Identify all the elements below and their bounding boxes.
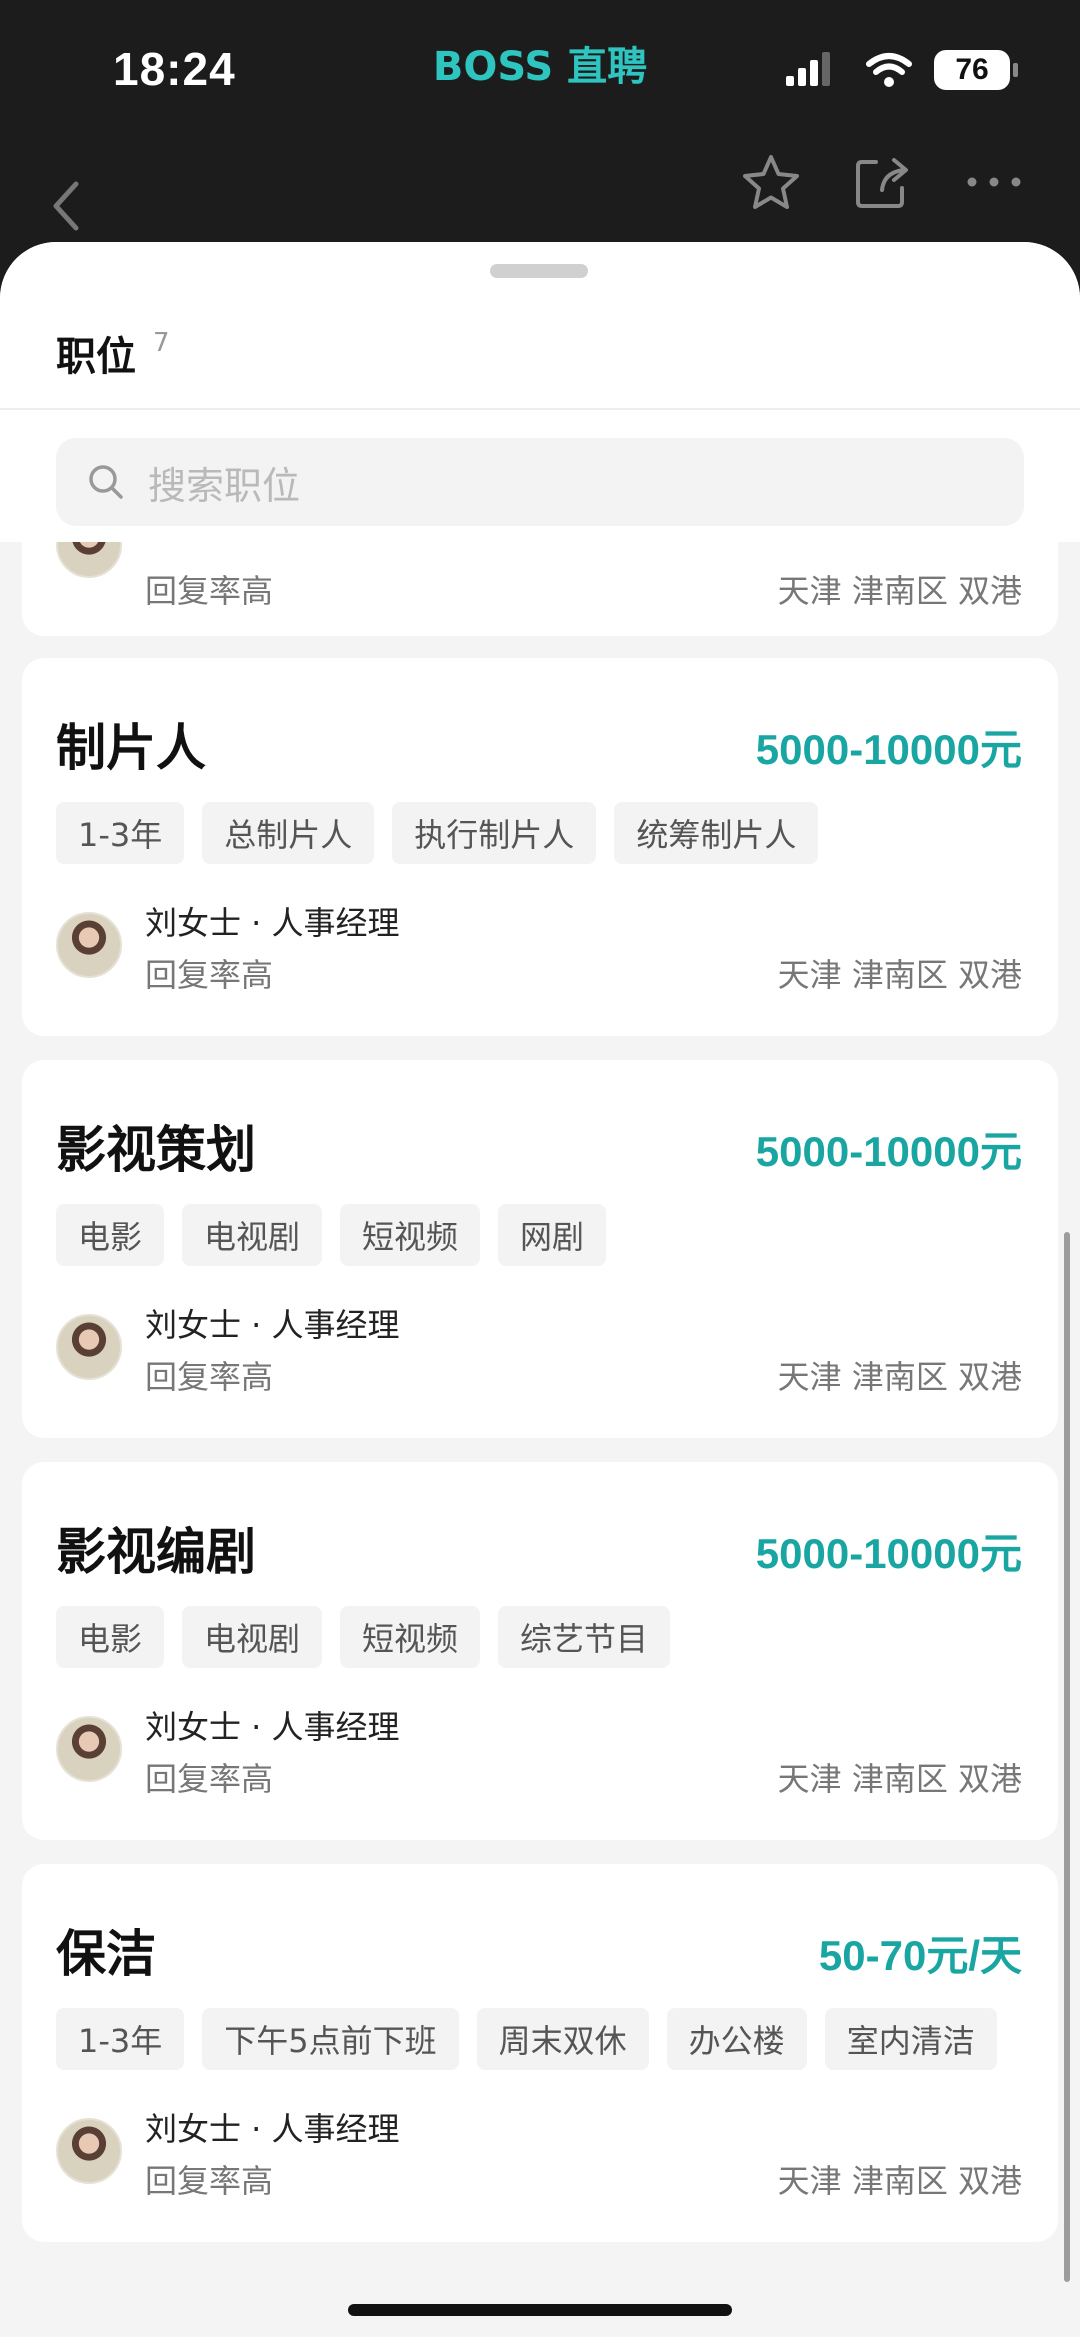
top-nav — [0, 140, 1080, 250]
header-divider — [0, 408, 1080, 410]
job-card[interactable]: 制片人 5000-10000元 1-3年 总制片人 执行制片人 统筹制片人 刘女… — [22, 658, 1058, 1036]
job-location: 天津 津南区 双港 — [777, 2162, 1022, 2200]
job-card[interactable]: 保洁 50-70元/天 1-3年 下午5点前下班 周末双休 办公楼 室内清洁 刘… — [22, 1864, 1058, 2242]
reply-rate: 回复率高 — [145, 1760, 274, 1798]
reply-rate: 回复率高 — [145, 572, 274, 610]
job-tag: 网剧 — [498, 1204, 607, 1266]
job-location: 天津 津南区 双港 — [777, 1760, 1022, 1798]
job-tag: 短视频 — [340, 1606, 481, 1668]
job-title: 影视策划 — [56, 1121, 256, 1179]
recruiter-name: 刘女士 · 人事经理 — [145, 1708, 400, 1746]
job-tag: 电影 — [56, 1204, 165, 1266]
job-tag: 下午5点前下班 — [202, 2008, 459, 2070]
job-title: 制片人 — [56, 719, 206, 777]
sheet-title: 职位 — [56, 334, 136, 380]
recruiter-avatar — [56, 1314, 122, 1380]
job-tag: 统筹制片人 — [614, 802, 819, 864]
job-tags: 1-3年 总制片人 执行制片人 统筹制片人 — [56, 802, 819, 864]
battery-indicator: 76 — [934, 50, 1018, 90]
search-icon — [89, 465, 123, 499]
job-title: 保洁 — [56, 1925, 156, 1983]
home-indicator[interactable] — [348, 2304, 732, 2316]
recruiter-avatar — [56, 1716, 122, 1782]
position-count: 7 — [153, 328, 170, 358]
job-tag: 综艺节目 — [498, 1606, 671, 1668]
recruiter-name: 刘女士 · 人事经理 — [145, 2110, 400, 2148]
search-placeholder: 搜索职位 — [148, 463, 301, 508]
share-icon[interactable] — [852, 152, 912, 212]
scrollbar[interactable] — [1064, 1232, 1070, 2282]
recruiter-avatar — [56, 912, 122, 978]
job-tag: 短视频 — [340, 1204, 481, 1266]
job-card[interactable]: 影视编剧 5000-10000元 电影 电视剧 短视频 综艺节目 刘女士 · 人… — [22, 1462, 1058, 1840]
reply-rate: 回复率高 — [145, 1358, 274, 1396]
reply-rate: 回复率高 — [145, 2162, 274, 2200]
job-location: 天津 津南区 双港 — [777, 956, 1022, 994]
job-tags: 1-3年 下午5点前下班 周末双休 办公楼 室内清洁 — [56, 2008, 997, 2070]
reply-rate: 回复率高 — [145, 956, 274, 994]
chevron-left-icon[interactable] — [50, 180, 84, 232]
job-title: 影视编剧 — [56, 1523, 256, 1581]
job-tag: 执行制片人 — [392, 802, 597, 864]
status-icons: 76 — [786, 50, 1018, 90]
signal-icon — [786, 52, 830, 86]
job-salary: 50-70元/天 — [818, 1932, 1022, 1979]
job-tag: 电视剧 — [182, 1204, 323, 1266]
job-tag: 办公楼 — [666, 2008, 807, 2070]
job-tag: 1-3年 — [56, 802, 185, 864]
wifi-icon — [866, 53, 912, 87]
job-tag: 室内清洁 — [824, 2008, 997, 2070]
recruiter-name: 刘女士 · 人事经理 — [145, 904, 400, 942]
more-icon[interactable] — [966, 176, 1022, 188]
job-tag: 总制片人 — [202, 802, 375, 864]
job-card[interactable]: 影视策划 5000-10000元 电影 电视剧 短视频 网剧 刘女士 · 人事经… — [22, 1060, 1058, 1438]
recruiter-name: 刘女士 · 人事经理 — [145, 1306, 400, 1344]
star-icon[interactable] — [740, 152, 802, 214]
job-tag: 电影 — [56, 1606, 165, 1668]
status-bar: 18:24 BOSS 直聘 76 — [0, 0, 1080, 140]
sheet-header: 职位 7 搜索职位 — [0, 242, 1080, 542]
job-tag: 周末双休 — [476, 2008, 649, 2070]
job-tag: 电视剧 — [182, 1606, 323, 1668]
recruiter-avatar — [56, 2118, 122, 2184]
job-tag: 1-3年 — [56, 2008, 185, 2070]
positions-sheet: 回复率高 天津 津南区 双港 职位 7 搜索职位 制片人 5000-10000元… — [0, 242, 1080, 2337]
job-location: 天津 津南区 双港 — [777, 1358, 1022, 1396]
job-tags: 电影 电视剧 短视频 网剧 — [56, 1204, 607, 1266]
job-salary: 5000-10000元 — [755, 1530, 1022, 1577]
job-salary: 5000-10000元 — [755, 1128, 1022, 1175]
job-salary: 5000-10000元 — [755, 726, 1022, 773]
search-input[interactable]: 搜索职位 — [56, 438, 1024, 526]
job-tags: 电影 电视剧 短视频 综艺节目 — [56, 1606, 671, 1668]
sheet-grabber[interactable] — [490, 264, 588, 278]
job-location: 天津 津南区 双港 — [777, 572, 1022, 610]
